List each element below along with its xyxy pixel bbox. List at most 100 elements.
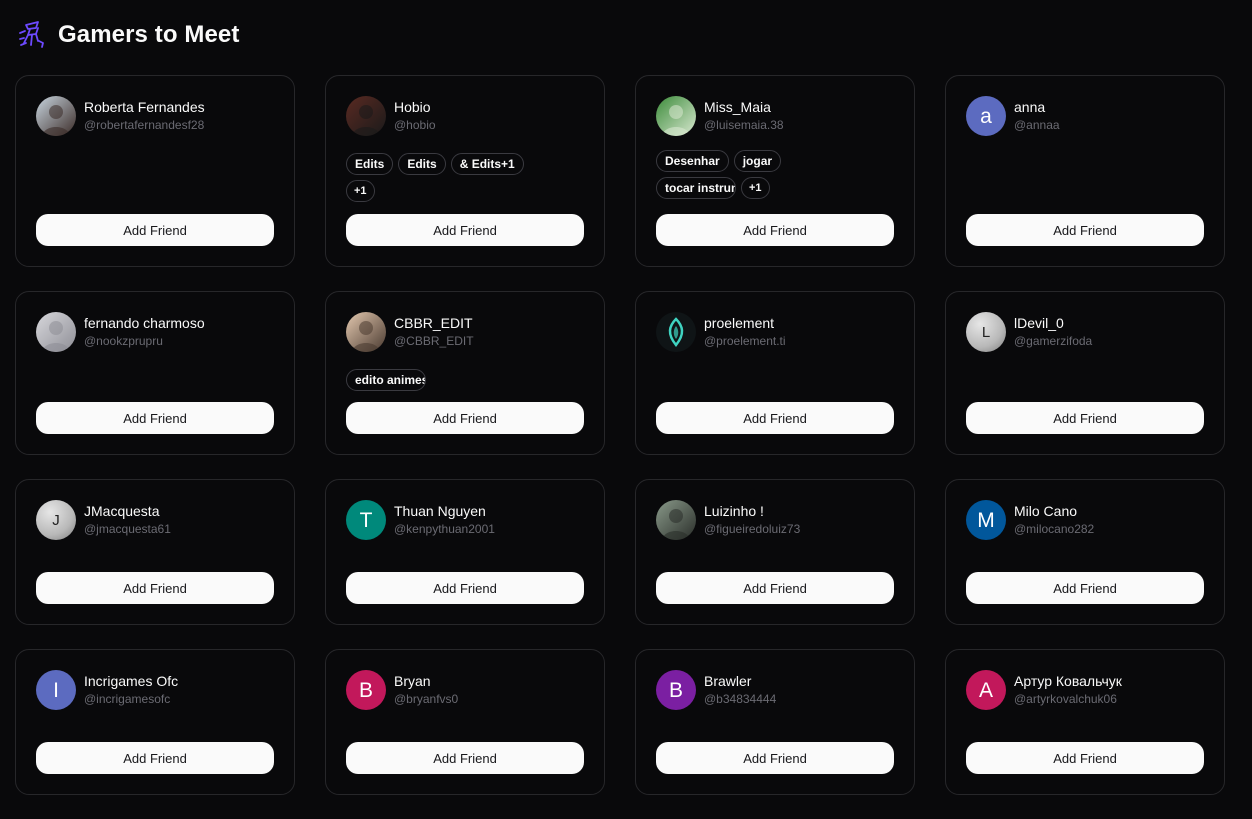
add-friend-button[interactable]: Add Friend xyxy=(656,214,894,246)
user-names: Brawler @b34834444 xyxy=(704,673,776,707)
display-name[interactable]: proelement xyxy=(704,315,786,332)
avatar[interactable] xyxy=(346,312,386,352)
avatar[interactable]: B xyxy=(346,670,386,710)
avatar[interactable] xyxy=(656,500,696,540)
display-name[interactable]: CBBR_EDIT xyxy=(394,315,474,332)
avatar[interactable]: A xyxy=(966,670,1006,710)
add-friend-button[interactable]: Add Friend xyxy=(346,742,584,774)
page-title: Gamers to Meet xyxy=(58,21,240,48)
user-card-header: LlDevil_0 @gamerzifoda xyxy=(966,312,1092,352)
avatar[interactable] xyxy=(656,96,696,136)
add-friend-button[interactable]: Add Friend xyxy=(966,214,1204,246)
more-tags-badge: +1 xyxy=(741,177,770,199)
avatar[interactable] xyxy=(36,312,76,352)
add-friend-button[interactable]: Add Friend xyxy=(36,402,274,434)
avatar[interactable]: M xyxy=(966,500,1006,540)
user-handle: @figueiredoluiz73 xyxy=(704,522,801,536)
add-friend-button[interactable]: Add Friend xyxy=(966,572,1204,604)
interest-tag: jogar xyxy=(733,150,782,172)
user-card-header: T Thuan Nguyen @kenpythuan2001 xyxy=(346,500,495,540)
display-name[interactable]: fernando charmoso xyxy=(84,315,205,332)
interest-tag: Edits xyxy=(398,153,446,175)
add-friend-button[interactable]: Add Friend xyxy=(656,742,894,774)
user-names: Roberta Fernandes @robertafernandesf28 xyxy=(84,99,205,133)
add-friend-button[interactable]: Add Friend xyxy=(36,742,274,774)
user-handle: @gamerzifoda xyxy=(1014,334,1093,348)
avatar[interactable] xyxy=(346,96,386,136)
display-name[interactable]: JMacquesta xyxy=(84,503,171,520)
user-card-header: a anna @annaa xyxy=(966,96,1060,136)
user-card: proelement @proelement.ti Add Friend xyxy=(635,291,915,455)
user-names: Incrigames Ofc @incrigamesofc xyxy=(84,673,178,707)
display-name[interactable]: Luizinho ! xyxy=(704,503,800,520)
user-card: J JMacquesta @jmacquesta61 Add Friend xyxy=(15,479,295,625)
avatar-initial: J xyxy=(52,511,60,529)
user-card: A Артур Ковальчук @artyrkovalchuk06 Add Fri… xyxy=(945,649,1225,795)
user-handle: @jmacquesta61 xyxy=(84,522,171,536)
avatar-initial: A xyxy=(978,678,993,702)
avatar-initial: M xyxy=(977,508,995,532)
display-name[interactable]: lDevil_0 xyxy=(1014,315,1092,332)
user-card: Roberta Fernandes @robertafernandesf28 Add… xyxy=(15,75,295,267)
user-handle: @bryanfvs0 xyxy=(394,692,459,706)
user-names: Miss_Maia @luisemaia.38 xyxy=(704,99,784,133)
user-handle: @incrigamesofc xyxy=(84,692,171,706)
avatar[interactable]: L xyxy=(966,312,1006,352)
user-handle: @proelement.ti xyxy=(704,334,786,348)
user-handle: @kenpythuan2001 xyxy=(394,522,495,536)
user-names: Bryan @bryanfvs0 xyxy=(394,673,458,707)
avatar-initial: B xyxy=(668,678,683,702)
add-friend-button[interactable]: Add Friend xyxy=(966,742,1204,774)
user-card-header: CBBR_EDIT @CBBR_EDIT xyxy=(346,312,474,352)
user-names: fernando charmoso @nookzprupru xyxy=(84,315,205,349)
interest-tag: Desenhar xyxy=(656,150,729,172)
add-friend-button[interactable]: Add Friend xyxy=(656,402,894,434)
avatar-initial: L xyxy=(981,323,991,341)
user-card: Luizinho ! @figueiredoluiz73 Add Friend xyxy=(635,479,915,625)
user-card-header: J JMacquesta @jmacquesta61 xyxy=(36,500,171,540)
user-names: Thuan Nguyen @kenpythuan2001 xyxy=(394,503,495,537)
interest-tag: edito animes xyxy=(346,369,426,391)
display-name[interactable]: Hobio xyxy=(394,99,436,116)
interest-tag: & Edits+1 xyxy=(450,153,524,175)
user-handle: @artyrkovalchuk06 xyxy=(1014,692,1117,706)
add-friend-button[interactable]: Add Friend xyxy=(346,572,584,604)
display-name[interactable]: anna xyxy=(1014,99,1060,116)
avatar-initial: B xyxy=(358,678,373,702)
avatar-initial: a xyxy=(980,104,992,128)
user-card: CBBR_EDIT @CBBR_EDITedito animes Add Frien… xyxy=(325,291,605,455)
avatar[interactable] xyxy=(36,96,76,136)
user-names: Артур Ковальчук @artyrkovalchuk06 xyxy=(1014,673,1122,707)
user-card-header: Roberta Fernandes @robertafernandesf28 xyxy=(36,96,205,136)
avatar[interactable]: a xyxy=(966,96,1006,136)
display-name[interactable]: Milo Cano xyxy=(1014,503,1094,520)
avatar[interactable] xyxy=(656,312,696,352)
display-name[interactable]: Roberta Fernandes xyxy=(84,99,205,116)
add-friend-button[interactable]: Add Friend xyxy=(36,214,274,246)
user-handle: @hobio xyxy=(394,118,436,132)
user-card-header: fernando charmoso @nookzprupru xyxy=(36,312,205,352)
display-name[interactable]: Brawler xyxy=(704,673,776,690)
user-card-header: B Brawler @b34834444 xyxy=(656,670,776,710)
add-friend-button[interactable]: Add Friend xyxy=(36,572,274,604)
user-handle: @robertafernandesf28 xyxy=(84,118,205,132)
add-friend-button[interactable]: Add Friend xyxy=(656,572,894,604)
add-friend-button[interactable]: Add Friend xyxy=(346,402,584,434)
user-names: proelement @proelement.ti xyxy=(704,315,786,349)
display-name[interactable]: Bryan xyxy=(394,673,458,690)
display-name[interactable]: Incrigames Ofc xyxy=(84,673,178,690)
add-friend-button[interactable]: Add Friend xyxy=(966,402,1204,434)
interest-tags: Desenhar jogar tocar instrum +1 xyxy=(656,150,861,199)
avatar[interactable]: I xyxy=(36,670,76,710)
page: Gamers to Meet Roberta Fernandes @roberta… xyxy=(0,0,1252,819)
avatar[interactable]: T xyxy=(346,500,386,540)
display-name[interactable]: Thuan Nguyen xyxy=(394,503,495,520)
user-handle: @CBBR_EDIT xyxy=(394,334,474,348)
user-card-header: M Milo Cano @milocano282 xyxy=(966,500,1094,540)
avatar[interactable]: J xyxy=(36,500,76,540)
avatar[interactable]: B xyxy=(656,670,696,710)
display-name[interactable]: Miss_Maia xyxy=(704,99,784,116)
add-friend-button[interactable]: Add Friend xyxy=(346,214,584,246)
user-handle: @b34834444 xyxy=(704,692,777,706)
display-name[interactable]: Артур Ковальчук xyxy=(1014,673,1122,690)
